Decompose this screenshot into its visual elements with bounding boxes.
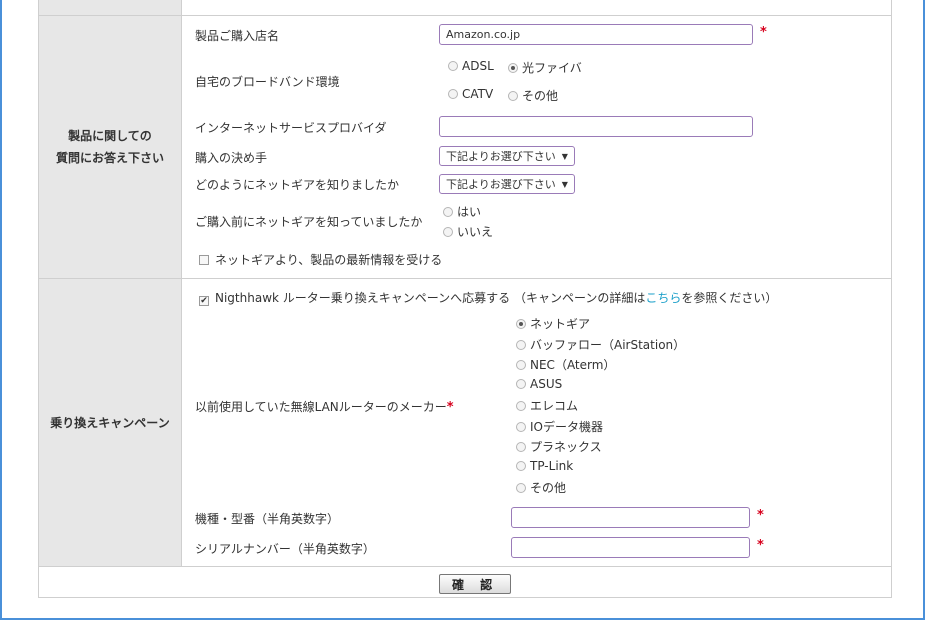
radio-icon (448, 61, 458, 71)
store-input[interactable] (439, 24, 753, 45)
known-before-option-no[interactable]: いいえ (443, 223, 493, 240)
radio-selected-icon (508, 63, 518, 73)
radio-selected-icon (516, 319, 526, 329)
campaign-apply-label: Nigthhawk ルーター乗り換えキャンペーンへ応募する （キャンペーンの詳細… (215, 291, 646, 305)
radio-icon (516, 483, 526, 493)
maker-option-buffalo[interactable]: バッファロー（AirStation） (516, 336, 685, 357)
product-heading-line2: 質問にお答え下さい (55, 151, 164, 165)
product-heading-line1: 製品に関しての (68, 129, 152, 143)
dropdown-arrow-icon: ▼ (561, 151, 568, 161)
campaign-details-link[interactable]: こちら (645, 291, 681, 305)
store-required-mark: * (760, 25, 767, 40)
campaign-apply-option[interactable]: ✔ Nigthhawk ルーター乗り換えキャンペーンへ応募する （キャンペーンの詳… (199, 289, 777, 306)
newsletter-label: ネットギアより、製品の最新情報を受ける (215, 253, 443, 267)
radio-icon (516, 378, 526, 389)
maker-required-mark: * (446, 400, 454, 415)
known-before-label: ご購入前にネットギアを知っていましたか (195, 215, 423, 229)
maker-option-tplink[interactable]: TP-Link (516, 459, 685, 480)
maker-label: 以前使用していた無線LANルーターのメーカー* (195, 400, 454, 415)
maker-option-other[interactable]: その他 (516, 479, 685, 500)
radio-icon (516, 442, 526, 452)
radio-icon (516, 401, 526, 411)
dropdown-arrow-icon: ▼ (561, 179, 568, 189)
checkbox-checked-icon: ✔ (199, 296, 209, 306)
maker-option-asus[interactable]: ASUS (516, 377, 685, 398)
radio-icon (516, 421, 526, 432)
maker-option-nec[interactable]: NEC（Aterm） (516, 356, 685, 377)
campaign-section-heading: 乗り換えキャンペーン (39, 279, 182, 566)
radio-icon (516, 360, 526, 370)
footer-row: 確 認 (39, 567, 891, 598)
broadband-option-adsl[interactable]: ADSL (448, 59, 494, 73)
model-input[interactable] (511, 507, 750, 528)
broadband-option-other[interactable]: その他 (508, 87, 558, 104)
serial-input[interactable] (511, 537, 750, 558)
top-row-header (39, 0, 182, 15)
maker-options: ネットギア バッファロー（AirStation） NEC（Aterm） ASUS… (516, 315, 685, 500)
survey-form: 製品に関しての 質問にお答え下さい 製品ご購入店名 * 自宅のブロードバンド環境… (38, 0, 892, 598)
model-label: 機種・型番（半角英数字） (195, 512, 340, 526)
campaign-apply-suffix: を参照ください） (681, 291, 778, 305)
serial-label: シリアルナンバー（半角英数字） (195, 542, 375, 556)
top-row (39, 0, 891, 16)
product-section: 製品に関しての 質問にお答え下さい 製品ご購入店名 * 自宅のブロードバンド環境… (39, 16, 891, 279)
broadband-option-fiber[interactable]: 光ファイバ (508, 59, 582, 76)
radio-icon (443, 227, 453, 237)
broadband-label: 自宅のブロードバンド環境 (195, 75, 340, 89)
campaign-section: 乗り換えキャンペーン ✔ Nigthhawk ルーター乗り換えキャンペーンへ応募す… (39, 279, 891, 567)
model-required-mark: * (757, 508, 764, 523)
confirm-button[interactable]: 確 認 (439, 574, 512, 594)
newsletter-option[interactable]: ネットギアより、製品の最新情報を受ける (199, 251, 442, 268)
how-known-select[interactable]: 下記よりお選び下さい ▼ (439, 174, 575, 194)
radio-icon (448, 89, 458, 99)
maker-option-elecom[interactable]: エレコム (516, 397, 685, 418)
product-section-heading: 製品に関しての 質問にお答え下さい (39, 16, 182, 278)
serial-required-mark: * (757, 538, 764, 553)
broadband-option-catv[interactable]: CATV (448, 87, 493, 101)
checkbox-icon (199, 255, 209, 265)
store-label: 製品ご購入店名 (195, 29, 280, 43)
decision-label: 購入の決め手 (195, 151, 268, 165)
how-known-label: どのようにネットギアを知りましたか (195, 178, 400, 192)
maker-option-iodata[interactable]: IOデータ機器 (516, 418, 685, 439)
radio-icon (516, 460, 526, 471)
isp-label: インターネットサービスプロバイダ (195, 121, 387, 135)
isp-input[interactable] (439, 116, 753, 137)
maker-option-netgear[interactable]: ネットギア (516, 315, 685, 336)
radio-icon (508, 91, 518, 101)
radio-icon (516, 339, 526, 350)
decision-select[interactable]: 下記よりお選び下さい ▼ (439, 146, 575, 166)
known-before-option-yes[interactable]: はい (443, 203, 481, 220)
maker-option-planex[interactable]: プラネックス (516, 438, 685, 459)
radio-icon (443, 207, 453, 217)
